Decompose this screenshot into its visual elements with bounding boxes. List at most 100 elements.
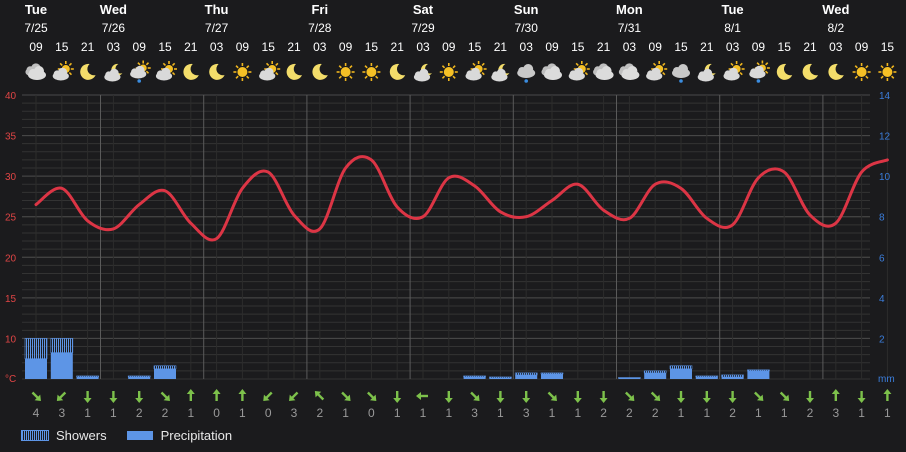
partly-sunny-icon — [259, 61, 281, 81]
day-name: Sun — [514, 2, 539, 17]
wind-speed: 2 — [136, 406, 143, 420]
wind-speed: 3 — [471, 406, 478, 420]
wind-speed: 3 — [291, 406, 298, 420]
moon-icon — [389, 63, 406, 80]
wind-arrow-head — [599, 398, 608, 403]
partly-sunny-icon — [155, 61, 177, 81]
partly-sunny-icon — [465, 61, 487, 81]
precip-tick-label: 8 — [879, 213, 885, 224]
sun-ray — [481, 62, 485, 67]
wind-arrow-head — [677, 398, 685, 403]
day-name: Tue — [722, 2, 744, 17]
sun-ray — [338, 65, 342, 69]
wind-arrow-head — [883, 389, 892, 394]
precip-tick-label: 12 — [879, 132, 891, 143]
wind-arrow-icon — [367, 391, 377, 401]
chart-legend: Showers Precipitation — [21, 428, 252, 443]
shower-bar — [643, 370, 667, 374]
wind-arrow-icon — [857, 391, 866, 403]
sun-ray — [880, 75, 884, 79]
hour-label: 15 — [158, 40, 172, 54]
cloud-puff — [34, 66, 44, 76]
wind-arrow-head — [109, 398, 118, 403]
hour-label: 21 — [700, 40, 714, 54]
sun-ray — [246, 75, 250, 79]
rain-cloud-icon — [672, 64, 690, 83]
shower-bar — [695, 375, 719, 378]
sun-ray — [162, 62, 167, 67]
wind-arrow-icon — [416, 392, 428, 400]
day-date: 7/31 — [618, 21, 642, 35]
hour-label: 03 — [520, 40, 534, 54]
sun-ray — [375, 75, 379, 79]
hour-label: 21 — [81, 40, 95, 54]
partly-sunny-icon — [52, 61, 74, 81]
shower-bar — [747, 369, 770, 372]
wind-speed: 0 — [213, 406, 220, 420]
moon-icon — [183, 63, 199, 80]
wind-speed: 1 — [110, 406, 117, 420]
sun-ray — [865, 75, 869, 79]
temp-unit-label: °C — [5, 374, 16, 385]
hour-label: 21 — [287, 40, 301, 54]
hour-label: 15 — [55, 40, 69, 54]
precipitation-bar — [515, 374, 538, 379]
sun-ray — [364, 75, 368, 79]
hour-label: 21 — [494, 40, 508, 54]
hour-label: 03 — [107, 40, 121, 54]
cloudy-icon — [541, 63, 562, 80]
wind-arrow-icon — [289, 391, 299, 401]
wind-speed: 1 — [884, 406, 891, 420]
precipitation-bar — [128, 376, 151, 379]
wind-arrow-icon — [547, 391, 557, 401]
sun-ray — [481, 71, 485, 76]
hour-label: 21 — [597, 40, 611, 54]
sun-ray — [246, 65, 250, 69]
moon-cloud-icon — [491, 63, 510, 82]
precipitation-bar — [670, 368, 692, 379]
wind-arrow-head — [212, 389, 221, 394]
cloudy-icon — [593, 63, 614, 80]
wind-speed: 3 — [58, 406, 65, 420]
wind-arrow-icon — [56, 391, 67, 401]
sun-ray — [171, 71, 176, 76]
hour-label: 03 — [210, 40, 224, 54]
sun-ray — [68, 71, 73, 76]
wind-speed: 1 — [342, 406, 349, 420]
hour-label: 09 — [29, 40, 43, 54]
moon-shape — [389, 63, 406, 80]
wind-speed: 1 — [445, 406, 452, 420]
shower-bar — [463, 375, 486, 378]
sun-icon — [439, 63, 458, 81]
precip-tick-label: 14 — [879, 91, 891, 102]
hour-label: 21 — [391, 40, 405, 54]
legend-precipitation-label: Precipitation — [160, 428, 233, 443]
moon-icon — [286, 63, 302, 80]
cloud-puff — [627, 66, 638, 76]
hour-label: 09 — [236, 40, 250, 54]
wind-speed: 2 — [162, 406, 169, 420]
precip-tick-label: 6 — [879, 253, 885, 264]
wind-speed: 1 — [703, 406, 710, 420]
precipitation-bar — [50, 352, 73, 379]
sun-icon — [233, 63, 252, 81]
wind-speed: 1 — [84, 406, 91, 420]
wind-speed: 2 — [600, 406, 607, 420]
moon-cloud-icon — [697, 63, 716, 82]
hour-label: 15 — [262, 40, 276, 54]
hour-label: 03 — [829, 40, 843, 54]
precip-unit-label: mm — [878, 374, 895, 385]
sun-ray — [739, 71, 743, 76]
wind-arrow-icon — [393, 391, 402, 403]
shower-bar — [721, 374, 744, 378]
shower-bar — [514, 372, 538, 376]
rain-drop — [679, 79, 683, 83]
wind-speed: 1 — [497, 406, 504, 420]
wind-arrow-icon — [677, 391, 685, 403]
hour-label: 15 — [881, 40, 895, 54]
cloud-puff — [419, 68, 429, 78]
hour-label: 15 — [365, 40, 379, 54]
sun-ray — [854, 75, 858, 79]
sun-ray — [265, 62, 270, 67]
wind-arrow-icon — [650, 391, 661, 401]
